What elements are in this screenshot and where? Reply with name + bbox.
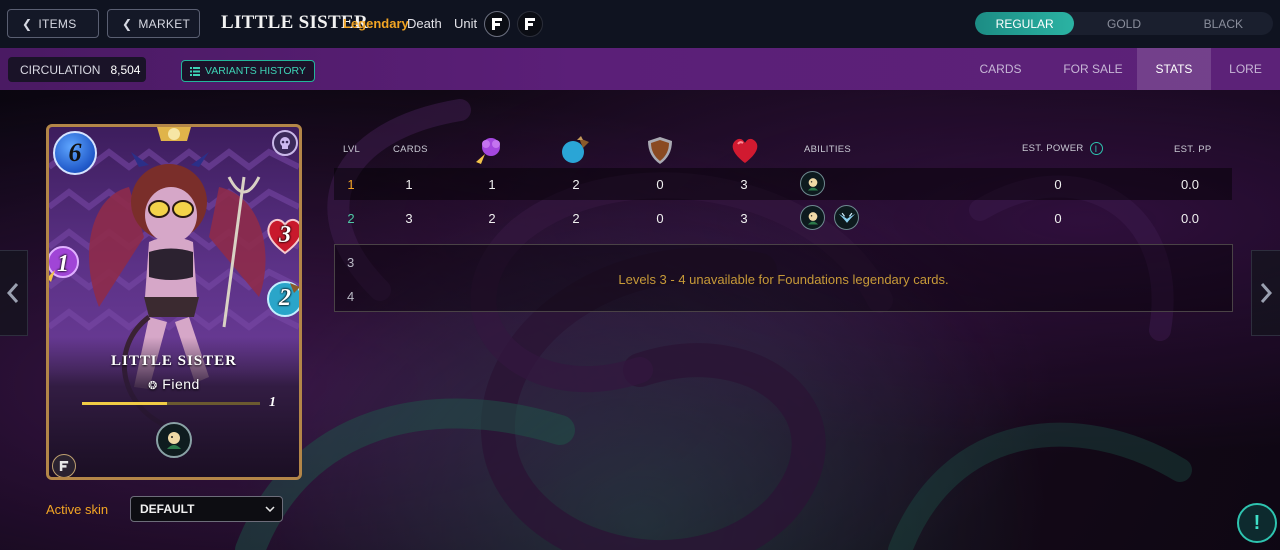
variants-history-button[interactable]: VARIANTS HISTORY — [181, 60, 315, 82]
row-health: 3 — [740, 211, 748, 226]
row-est-pp: 0.0 — [1180, 211, 1200, 226]
info-icon[interactable]: i — [1089, 142, 1103, 155]
magic-attack-icon: 1 — [49, 242, 85, 286]
table-row: 2 3 2 2 0 3 0 0.0 — [334, 202, 1232, 234]
row-est-power: 0 — [1054, 177, 1062, 192]
row-armor: 0 — [656, 177, 664, 192]
card-name: LITTLE SISTER — [111, 353, 237, 369]
unavailable-level: 3 — [347, 255, 355, 270]
card-subtype: ❂ Fiend — [49, 376, 299, 392]
magic-attack-value: 1 — [57, 250, 69, 277]
armor-icon — [648, 137, 672, 164]
items-button-label: ITEMS — [38, 16, 77, 31]
row-cards: 1 — [405, 177, 413, 192]
card-subtype-label: Fiend — [162, 376, 200, 392]
card-level: 1 — [269, 395, 276, 410]
header-est-power: EST. POWER i — [1022, 142, 1103, 155]
unavailable-levels-panel: 3 4 Levels 3 - 4 unavailable for Foundat… — [334, 244, 1233, 312]
header-est-power-label: EST. POWER — [1022, 143, 1084, 155]
card-xp-bar — [82, 402, 260, 405]
market-back-button[interactable]: ❮ MARKET — [107, 9, 200, 38]
unavailable-message: Levels 3 - 4 unavailable for Foundations… — [618, 272, 949, 287]
chevron-left-icon — [6, 283, 19, 303]
items-back-button[interactable]: ❮ ITEMS — [7, 9, 99, 38]
list-icon — [190, 66, 200, 76]
foundations-set-icon — [517, 11, 543, 37]
health-value: 3 — [279, 221, 291, 248]
card-type-label: Unit — [454, 16, 478, 31]
variants-history-label: VARIANTS HISTORY — [205, 65, 306, 77]
foil-option-black[interactable]: BLACK — [1174, 12, 1273, 35]
health-icon: 3 — [263, 213, 299, 257]
row-est-power: 0 — [1054, 211, 1062, 226]
row-speed: 2 — [572, 177, 580, 192]
row-level: 1 — [347, 177, 355, 192]
speed-value: 2 — [279, 284, 291, 311]
ability-icon[interactable] — [800, 205, 825, 230]
circulation-badge: CIRCULATION 8,504 — [8, 57, 146, 82]
foil-toggle: REGULAR GOLD BLACK — [975, 12, 1273, 35]
header-abilities: ABILITIES — [804, 144, 852, 155]
help-button[interactable]: ! — [1237, 503, 1277, 543]
fiend-icon: ❂ — [148, 380, 158, 392]
ability-icon[interactable] — [834, 205, 859, 230]
row-health: 3 — [740, 177, 748, 192]
mana-cost-icon: 6 — [53, 131, 97, 175]
row-est-pp: 0.0 — [1180, 177, 1200, 192]
circulation-label: CIRCULATION — [20, 62, 101, 77]
chevron-right-icon — [1260, 283, 1273, 303]
tab-for-sale[interactable]: FOR SALE — [1057, 48, 1129, 90]
sub-nav-bar: CIRCULATION 8,504 VARIANTS HISTORY CARDS… — [0, 48, 1280, 90]
active-skin-label: Active skin — [46, 502, 109, 517]
active-skin-value: DEFAULT — [140, 502, 195, 516]
chevron-down-icon — [265, 506, 275, 512]
foil-option-gold[interactable]: GOLD — [1074, 12, 1173, 35]
previous-card-arrow[interactable] — [0, 250, 28, 336]
row-speed: 2 — [572, 211, 580, 226]
circulation-value: 8,504 — [110, 62, 141, 77]
header-cards: CARDS — [393, 144, 428, 155]
foil-option-regular[interactable]: REGULAR — [975, 12, 1075, 35]
row-magic: 2 — [488, 211, 496, 226]
help-button-label: ! — [1253, 511, 1261, 534]
death-element-icon — [272, 130, 298, 156]
card-xp-fill — [82, 402, 168, 405]
row-cards: 3 — [405, 211, 413, 226]
magic-attack-icon — [476, 138, 500, 164]
tab-lore[interactable]: LORE — [1211, 48, 1280, 90]
unavailable-level: 4 — [347, 289, 355, 304]
header-lvl: LVL — [343, 144, 361, 155]
active-skin-select[interactable]: DEFAULT — [130, 496, 283, 522]
row-armor: 0 — [656, 211, 664, 226]
chevron-left-icon: ❮ — [122, 16, 133, 31]
chevron-left-icon: ❮ — [22, 16, 33, 31]
next-card-arrow[interactable] — [1251, 250, 1280, 336]
element-label: Death — [407, 16, 442, 31]
card-ability-icon — [156, 422, 192, 458]
top-bar: ❮ ITEMS ❮ MARKET LITTLE SISTER Legendary… — [0, 0, 1280, 48]
tab-cards[interactable]: CARDS — [964, 48, 1037, 90]
market-button-label: MARKET — [138, 16, 191, 31]
foundations-edition-icon — [52, 454, 76, 477]
rarity-label: Legendary — [343, 16, 409, 31]
header-est-pp: EST. PP — [1174, 144, 1212, 155]
speed-icon — [562, 136, 589, 163]
tab-bar: CARDS FOR SALE STATS LORE — [964, 48, 1280, 90]
ability-icon[interactable] — [800, 171, 825, 196]
card-image: 6 1 3 2 LITTLE SISTER ❂ Fiend 1 — [46, 124, 302, 480]
table-row: 1 1 1 2 0 3 0 0.0 — [334, 168, 1232, 200]
row-magic: 1 — [488, 177, 496, 192]
foundations-edition-icon — [484, 11, 510, 37]
row-level: 2 — [347, 211, 355, 226]
speed-icon: 2 — [264, 277, 299, 319]
health-icon — [732, 138, 758, 163]
tab-stats[interactable]: STATS — [1137, 48, 1211, 90]
